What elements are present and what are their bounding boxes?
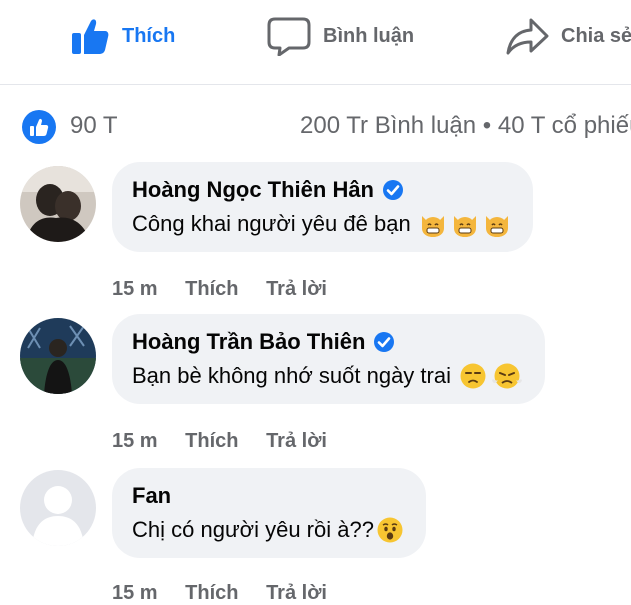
comment-author[interactable]: Fan bbox=[132, 482, 171, 510]
avatar[interactable] bbox=[20, 166, 96, 242]
comment-reply-link[interactable]: Trả lời bbox=[266, 278, 327, 300]
comment-like-link[interactable]: Thích bbox=[185, 582, 238, 604]
comment-meta: 15 m Thích Trả lời bbox=[112, 582, 349, 605]
share-arrow-icon bbox=[506, 18, 549, 55]
unamused-face-emoji-icon bbox=[460, 363, 486, 389]
comment-text-row: Công khai người yêu đê bạn bbox=[132, 210, 511, 238]
hushed-face-emoji-icon bbox=[377, 517, 403, 543]
comment-time: 15 m bbox=[112, 278, 158, 300]
comment-author[interactable]: Hoàng Ngọc Thiên Hân bbox=[132, 176, 374, 204]
steam-face-emoji-icon bbox=[491, 363, 522, 389]
comment-text-row: Bạn bè không nhớ suốt ngày trai bbox=[132, 362, 523, 390]
comment-text: Công khai người yêu đê bạn bbox=[132, 211, 411, 236]
thumbs-up-icon bbox=[30, 118, 49, 136]
share-button[interactable]: Chia sẻ bbox=[505, 14, 631, 58]
post-action-bar: Thích Bình luận Chia sẻ bbox=[0, 0, 631, 78]
grinning-cat-emoji-icon bbox=[421, 216, 444, 237]
comment-text: Chị có người yêu rồi à?? bbox=[132, 517, 374, 542]
comment-meta: 15 m Thích Trả lời bbox=[112, 278, 349, 301]
comment-button-label: Bình luận bbox=[323, 24, 415, 47]
verified-badge-icon bbox=[383, 180, 403, 200]
comment-reply-link[interactable]: Trả lời bbox=[266, 430, 327, 452]
user-silhouette-icon bbox=[20, 470, 96, 546]
comment-author[interactable]: Hoàng Trần Bảo Thiên bbox=[132, 328, 365, 356]
comment-like-link[interactable]: Thích bbox=[185, 278, 238, 300]
comment-time: 15 m bbox=[112, 582, 158, 604]
like-reaction-icon[interactable] bbox=[22, 110, 56, 144]
comment-author-row: Hoàng Trần Bảo Thiên bbox=[132, 328, 523, 356]
comment-reply-link[interactable]: Trả lời bbox=[266, 582, 327, 604]
comment-like-link[interactable]: Thích bbox=[185, 430, 238, 452]
comment-bubble: Fan Chị có người yêu rồi à?? bbox=[112, 468, 426, 558]
comment-bubble: Hoàng Ngọc Thiên Hân Công khai người yêu… bbox=[112, 162, 533, 252]
comments-shares-count[interactable]: 200 Tr Bình luận • 40 T cổ phiếu bbox=[300, 112, 631, 140]
avatar[interactable] bbox=[20, 318, 96, 394]
like-button-label: Thích bbox=[122, 24, 176, 47]
comment-author-row: Hoàng Ngọc Thiên Hân bbox=[132, 176, 511, 204]
thumbs-up-icon bbox=[72, 19, 109, 54]
default-avatar[interactable] bbox=[20, 470, 96, 546]
reaction-summary: 90 T 200 Tr Bình luận • 40 T cổ phiếu bbox=[0, 108, 631, 148]
comment-author-row: Fan bbox=[132, 482, 404, 510]
comment-icon bbox=[267, 17, 311, 56]
grinning-cat-emoji-icon bbox=[453, 216, 476, 237]
divider bbox=[0, 84, 631, 85]
verified-badge-icon bbox=[374, 332, 395, 352]
comment-text: Bạn bè không nhớ suốt ngày trai bbox=[132, 363, 451, 388]
comment-meta: 15 m Thích Trả lời bbox=[112, 430, 349, 453]
comment-button[interactable]: Bình luận bbox=[267, 14, 414, 58]
like-button[interactable]: Thích bbox=[70, 14, 175, 58]
comment-time: 15 m bbox=[112, 430, 158, 452]
share-button-label: Chia sẻ bbox=[561, 24, 631, 47]
grinning-cat-emoji-icon bbox=[485, 216, 508, 237]
comment-text-row: Chị có người yêu rồi à?? bbox=[132, 516, 404, 544]
reaction-count[interactable]: 90 T bbox=[70, 112, 118, 140]
comment-bubble: Hoàng Trần Bảo Thiên Bạn bè không nhớ su… bbox=[112, 314, 545, 404]
